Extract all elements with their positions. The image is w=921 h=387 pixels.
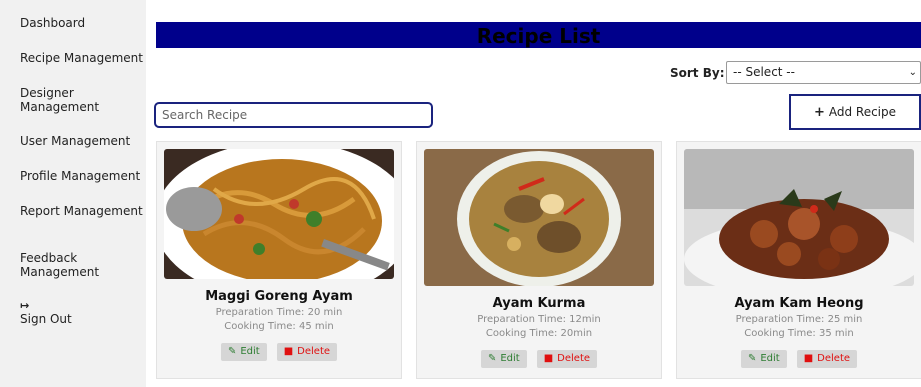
edit-label: Edit (760, 353, 780, 364)
sign-out-label: Sign Out (20, 312, 72, 326)
edit-label: Edit (240, 346, 260, 357)
recipe-photo (164, 149, 394, 279)
trash-icon: ■ (543, 353, 554, 364)
recipe-card: Ayam Kurma Preparation Time: 12min Cooki… (416, 141, 662, 379)
plus-icon: + (813, 105, 825, 120)
add-recipe-label: Add Recipe (828, 105, 897, 119)
delete-label: Delete (817, 353, 851, 364)
recipe-cook-time: Cooking Time: 35 min (744, 328, 854, 339)
sort-label: Sort By: (670, 66, 725, 80)
title-bar: Recipe List (156, 22, 921, 48)
recipe-prep-time: Preparation Time: 12min (477, 314, 601, 325)
recipe-prep-time: Preparation Time: 20 min (215, 307, 343, 318)
delete-button[interactable]: ■ Delete (796, 350, 858, 368)
recipe-photo (684, 149, 914, 286)
sign-out-icon: ↦ (20, 299, 30, 312)
recipe-name: Ayam Kam Heong (734, 296, 864, 311)
edit-button[interactable]: ✎ Edit (740, 350, 787, 368)
sidebar-item-designer-management[interactable]: Designer Management (20, 86, 99, 114)
edit-icon: ✎ (747, 353, 757, 364)
recipe-actions: ✎ Edit ■ Delete (157, 343, 401, 361)
sidebar-item-profile-management[interactable]: Profile Management (20, 169, 140, 183)
edit-button[interactable]: ✎ Edit (220, 343, 267, 361)
delete-button[interactable]: ■ Delete (276, 343, 338, 361)
sidebar-item-sign-out[interactable]: ↦ Sign Out (20, 299, 72, 327)
sidebar-item-recipe-management[interactable]: Recipe Management (20, 51, 143, 65)
sidebar-item-feedback-management[interactable]: Feedback Management (20, 251, 99, 279)
recipe-prep-time: Preparation Time: 25 min (735, 314, 863, 325)
edit-icon: ✎ (227, 346, 237, 357)
recipe-cook-time: Cooking Time: 20min (485, 328, 593, 339)
sidebar: Dashboard Recipe Management Designer Man… (0, 0, 146, 387)
sort-select[interactable]: -- Select -- ⌄ (726, 61, 921, 84)
delete-button[interactable]: ■ Delete (536, 350, 598, 368)
recipe-name: Ayam Kurma (492, 296, 586, 311)
search-input[interactable]: Search Recipe (154, 102, 433, 128)
recipe-card: Ayam Kam Heong Preparation Time: 25 min … (676, 141, 921, 379)
sidebar-item-dashboard[interactable]: Dashboard (20, 16, 85, 30)
recipe-cook-time: Cooking Time: 45 min (224, 321, 334, 332)
delete-label: Delete (297, 346, 331, 357)
trash-icon: ■ (803, 353, 814, 364)
trash-icon: ■ (283, 346, 294, 357)
add-recipe-button[interactable]: + Add Recipe (789, 94, 921, 130)
recipe-name: Maggi Goreng Ayam (205, 289, 353, 304)
recipe-actions: ✎ Edit ■ Delete (677, 350, 921, 368)
main-content: Recipe List Sort By: -- Select -- ⌄ Sear… (146, 0, 921, 387)
edit-icon: ✎ (487, 353, 497, 364)
edit-label: Edit (500, 353, 520, 364)
page-title: Recipe List (476, 24, 601, 48)
sidebar-item-user-management[interactable]: User Management (20, 134, 130, 148)
sort-selected-value: -- Select -- (733, 65, 795, 79)
search-placeholder: Search Recipe (162, 108, 248, 122)
recipe-photo (424, 149, 654, 286)
delete-label: Delete (557, 353, 591, 364)
chevron-down-icon: ⌄ (908, 67, 917, 78)
recipe-card: Maggi Goreng Ayam Preparation Time: 20 m… (156, 141, 402, 379)
edit-button[interactable]: ✎ Edit (480, 350, 527, 368)
recipe-actions: ✎ Edit ■ Delete (417, 350, 661, 368)
sidebar-item-report-management[interactable]: Report Management (20, 204, 143, 218)
